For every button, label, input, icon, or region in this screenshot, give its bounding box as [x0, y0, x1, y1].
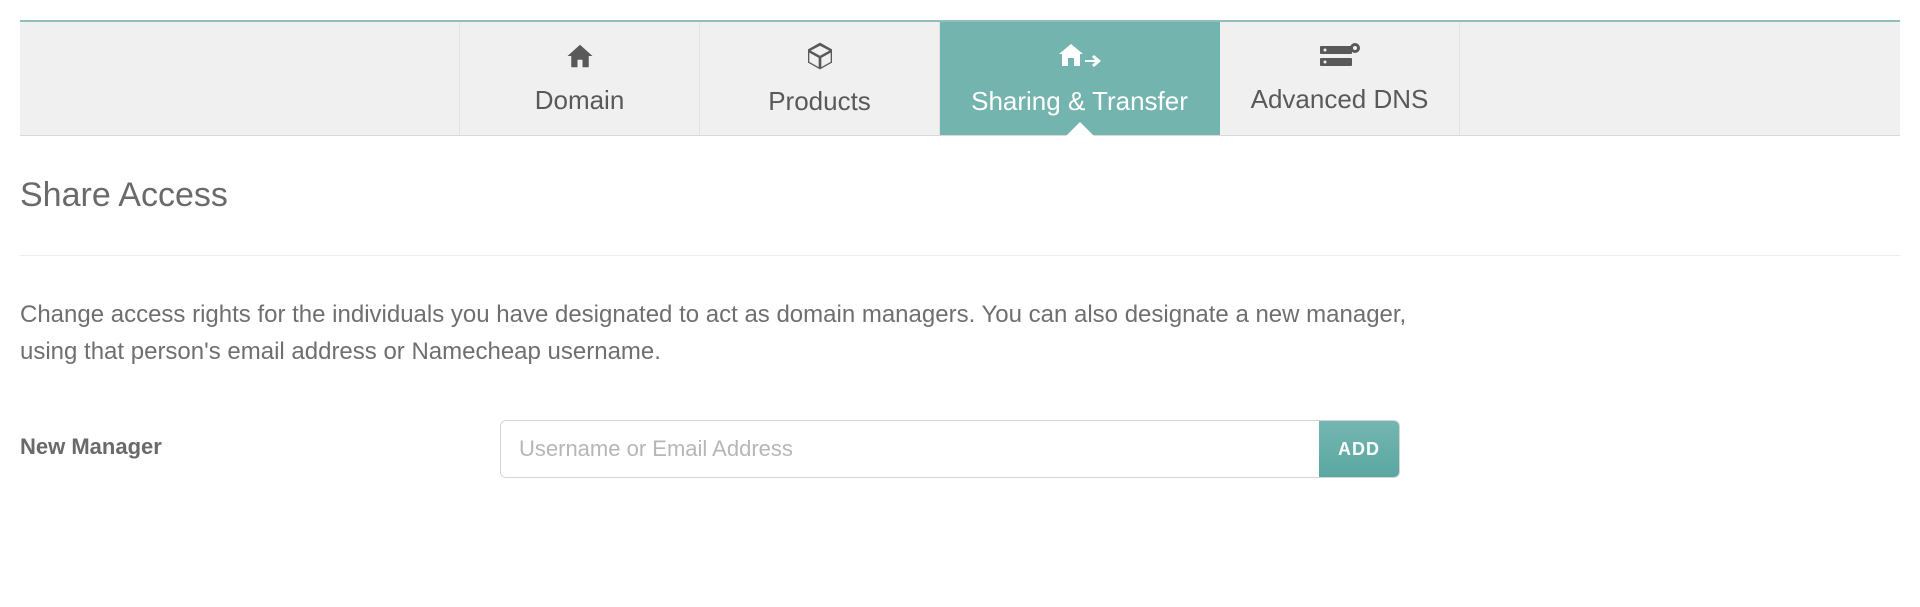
tab-label: Sharing & Transfer [971, 86, 1188, 117]
tab-label: Advanced DNS [1251, 84, 1429, 115]
house-icon [563, 41, 597, 71]
share-access-section: Share Access Change access rights for th… [20, 136, 1900, 478]
tab-label: Products [768, 86, 871, 117]
tab-spacer [1460, 22, 1900, 135]
tab-advanced-dns[interactable]: Advanced DNS [1220, 22, 1460, 135]
tab-spacer [20, 22, 460, 135]
add-button[interactable]: ADD [1319, 421, 1399, 477]
new-manager-label: New Manager [20, 420, 500, 460]
new-manager-row: New Manager ADD [20, 420, 1900, 478]
tab-sharing-transfer[interactable]: Sharing & Transfer [940, 22, 1220, 135]
house-arrow-icon [1057, 40, 1103, 72]
tab-products[interactable]: Products [700, 22, 940, 135]
box-icon [803, 40, 837, 72]
tab-domain[interactable]: Domain [460, 22, 700, 135]
section-title: Share Access [20, 176, 1900, 256]
new-manager-input[interactable] [501, 421, 1319, 477]
section-description: Change access rights for the individuals… [20, 256, 1420, 420]
new-manager-input-group: ADD [500, 420, 1400, 478]
server-gear-icon [1318, 42, 1362, 70]
tab-bar: Domain Products Sharing & Transfer [20, 20, 1900, 136]
tab-label: Domain [535, 85, 625, 116]
